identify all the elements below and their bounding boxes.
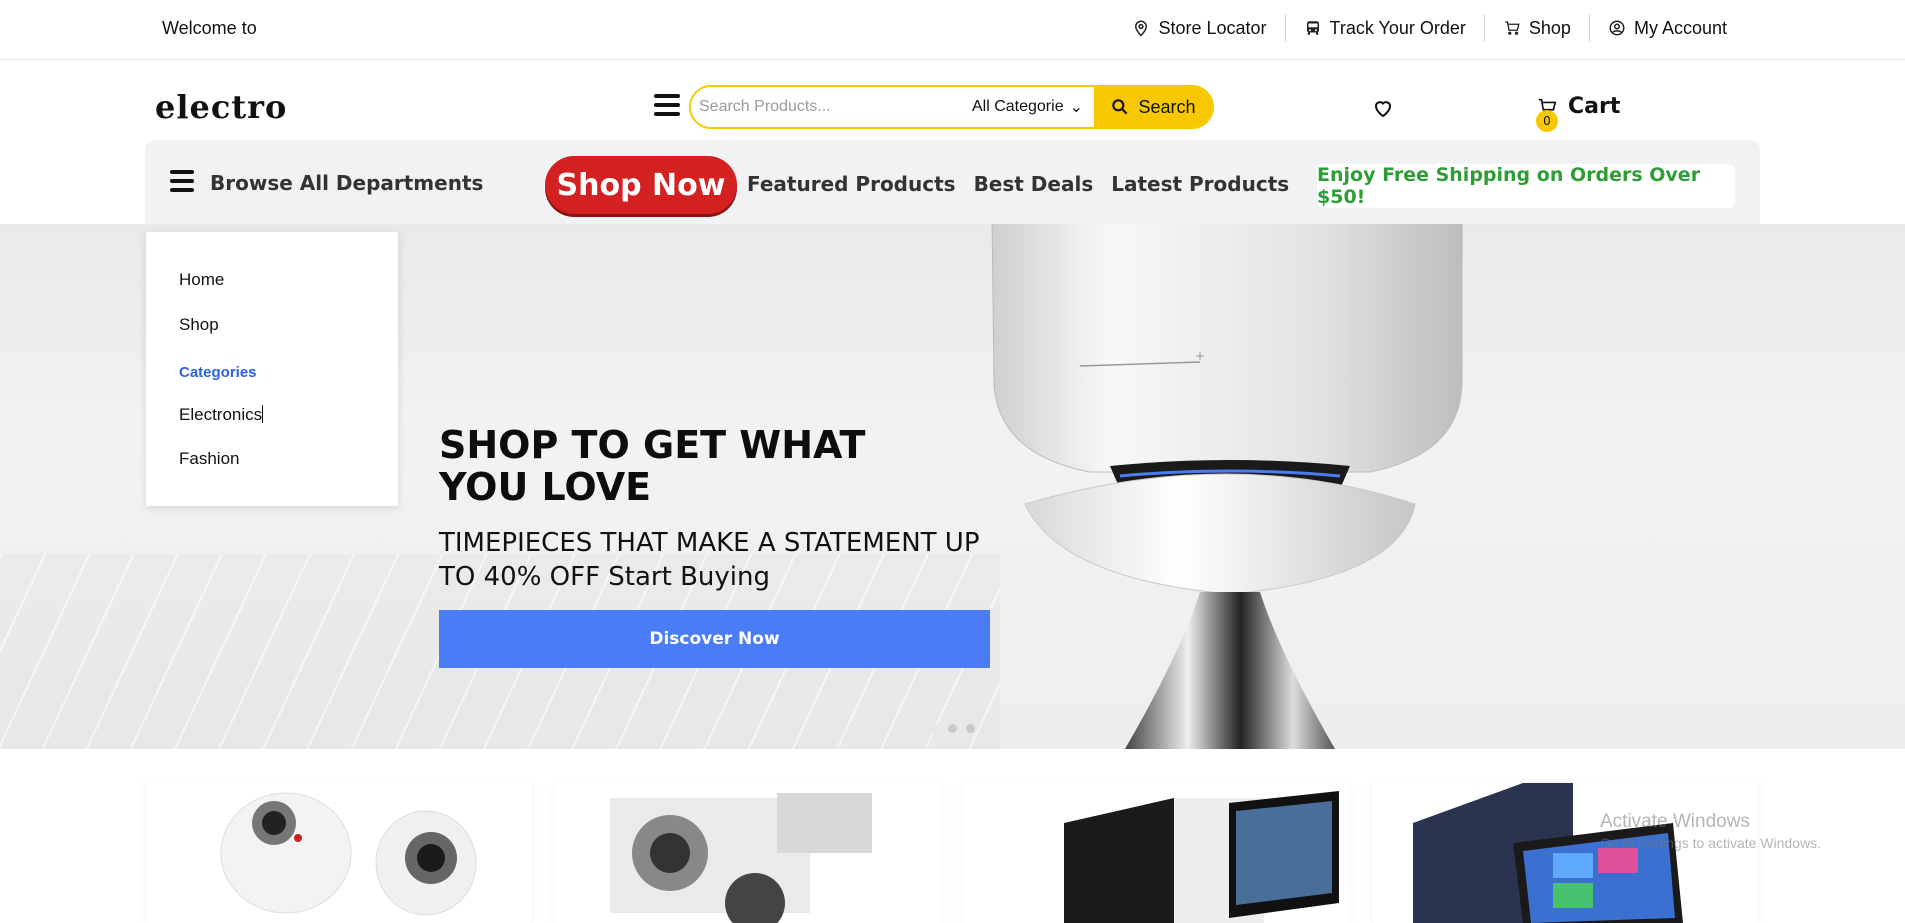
category-select[interactable]: All Categorie ⌄ bbox=[961, 87, 1094, 127]
top-bar: Welcome to Store Locator Track Your Orde… bbox=[0, 0, 1905, 60]
store-locator-link[interactable]: Store Locator bbox=[1114, 14, 1284, 42]
category-select-value: All Categorie bbox=[971, 98, 1064, 115]
browse-departments-button[interactable]: Browse All Departments bbox=[170, 170, 483, 196]
bus-icon bbox=[1306, 21, 1319, 35]
laptop-tablet-image bbox=[1413, 783, 1683, 923]
site-header: electro All Categorie ⌄ Search Cart 0 bbox=[0, 60, 1905, 140]
main-nav: Browse All Departments Shop Now Featured… bbox=[145, 140, 1760, 224]
svg-text:+: + bbox=[1195, 349, 1205, 363]
browse-departments-label: Browse All Departments bbox=[210, 171, 484, 195]
shop-now-button[interactable]: Shop Now bbox=[545, 156, 737, 214]
store-locator-label: Store Locator bbox=[1158, 17, 1267, 38]
slider-dot-3[interactable] bbox=[966, 724, 975, 733]
digital-camera-image bbox=[610, 793, 872, 923]
site-logo[interactable]: electro bbox=[155, 88, 287, 126]
dropdown-item-shop[interactable]: Shop bbox=[179, 315, 219, 335]
search-button[interactable]: Search bbox=[1094, 87, 1212, 127]
product-card-cameras[interactable] bbox=[555, 783, 940, 923]
dropdown-categories-heading: Categories bbox=[179, 364, 257, 381]
free-shipping-banner: Enjoy Free Shipping on Orders Over $50! bbox=[1317, 164, 1735, 208]
nav-link-best-deals[interactable]: Best Deals bbox=[974, 172, 1094, 196]
user-circle-icon bbox=[1609, 20, 1625, 36]
heart-icon[interactable] bbox=[1371, 96, 1395, 120]
my-account-link[interactable]: My Account bbox=[1588, 14, 1745, 42]
nav-link-featured-products[interactable]: Featured Products bbox=[747, 172, 956, 196]
discover-now-button[interactable]: Discover Now bbox=[439, 610, 990, 668]
dropdown-item-home[interactable]: Home bbox=[179, 270, 224, 290]
text-cursor bbox=[262, 405, 264, 423]
desktop-pc-image bbox=[1064, 791, 1339, 923]
map-pin-icon bbox=[1135, 20, 1148, 37]
speaker-product-image: + bbox=[991, 224, 1463, 749]
track-order-link[interactable]: Track Your Order bbox=[1284, 14, 1484, 42]
search-input[interactable] bbox=[691, 87, 961, 127]
dropdown-item-fashion[interactable]: Fashion bbox=[179, 449, 239, 469]
cart-label: Cart bbox=[1568, 94, 1621, 119]
slider-dot-2[interactable] bbox=[948, 724, 957, 733]
cart-icon bbox=[1505, 21, 1520, 35]
search-icon bbox=[1112, 99, 1128, 115]
menu-toggle-icon[interactable] bbox=[654, 94, 680, 122]
cart-button[interactable]: Cart 0 bbox=[1536, 94, 1621, 132]
activate-windows-watermark: Activate Windows Go to Settings to activ… bbox=[1600, 811, 1821, 851]
chevron-down-icon: ⌄ bbox=[1069, 99, 1083, 116]
shop-label: Shop bbox=[1528, 17, 1571, 38]
departments-dropdown: Home Shop Categories Electronics Fashion bbox=[146, 232, 398, 506]
my-account-label: My Account bbox=[1633, 17, 1727, 38]
product-card-computers[interactable] bbox=[964, 783, 1349, 923]
nav-links: Featured Products Best Deals Latest Prod… bbox=[747, 172, 1289, 196]
shop-link[interactable]: Shop bbox=[1483, 14, 1589, 42]
product-card-camera[interactable] bbox=[146, 783, 531, 923]
hamburger-icon bbox=[170, 170, 194, 196]
watermark-subtitle: Go to Settings to activate Windows. bbox=[1600, 835, 1821, 851]
product-card-laptops[interactable] bbox=[1373, 783, 1758, 923]
search-button-label: Search bbox=[1138, 96, 1196, 117]
electronics-label: Electronics bbox=[179, 405, 263, 424]
search-bar: All Categorie ⌄ Search bbox=[689, 85, 1214, 129]
track-order-label: Track Your Order bbox=[1329, 17, 1466, 38]
vr-camera-image bbox=[220, 792, 477, 916]
hero-subtitle: TIMEPIECES THAT MAKE A STATEMENT UP TO 4… bbox=[439, 528, 980, 592]
top-links: Store Locator Track Your Order Shop My A… bbox=[1114, 14, 1745, 42]
slider-dots bbox=[930, 724, 975, 733]
welcome-text: Welcome to bbox=[162, 18, 257, 38]
cart-count-badge: 0 bbox=[1536, 110, 1558, 132]
hero-title: SHOP TO GET WHAT YOU LOVE bbox=[439, 423, 866, 509]
slider-dot-1[interactable] bbox=[930, 724, 939, 733]
dropdown-item-electronics[interactable]: Electronics bbox=[179, 405, 264, 425]
nav-link-latest-products[interactable]: Latest Products bbox=[1111, 172, 1289, 196]
watermark-title: Activate Windows bbox=[1600, 811, 1750, 832]
